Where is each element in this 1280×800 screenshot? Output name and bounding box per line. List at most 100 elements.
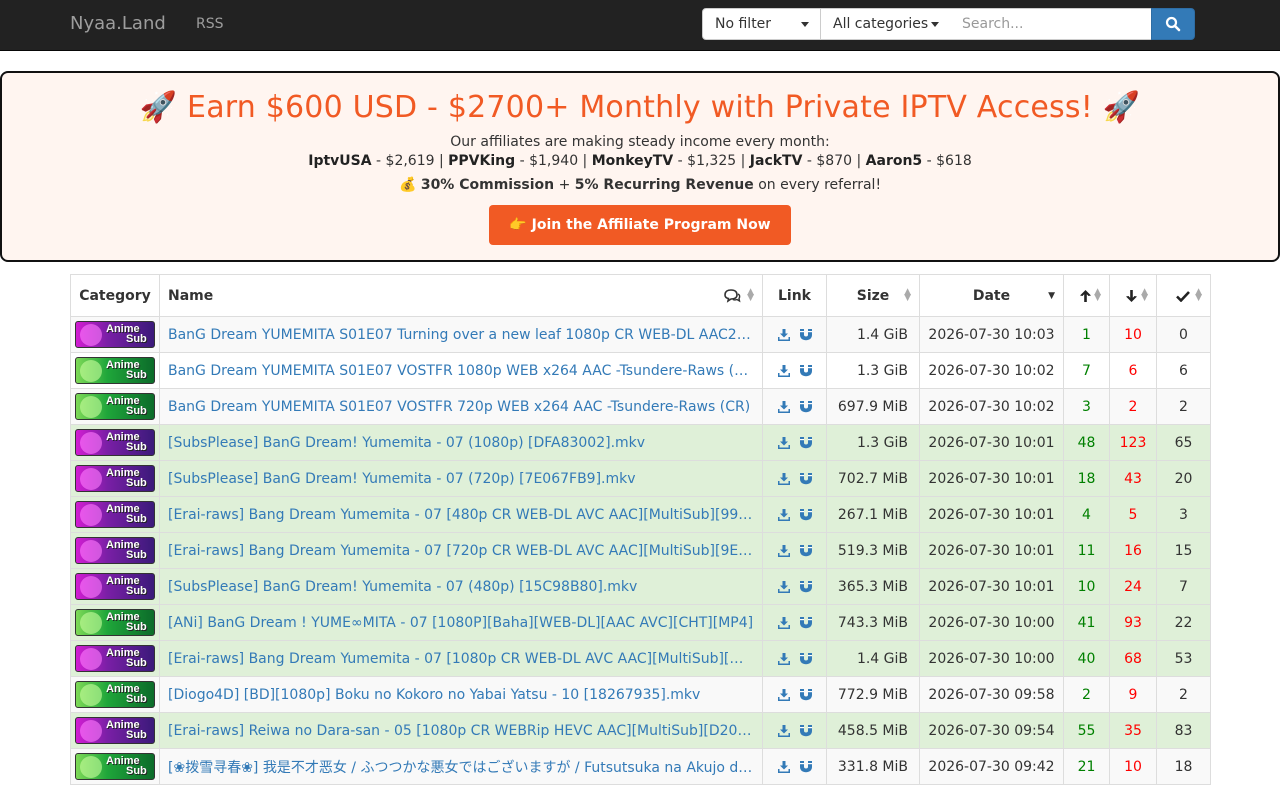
size-cell: 1.4 GiB — [826, 640, 920, 677]
badge-text: Sub — [126, 513, 147, 525]
sort-icon[interactable]: ▲ ▼ — [1094, 288, 1101, 303]
magnet-icon[interactable] — [799, 616, 813, 630]
search-input[interactable] — [950, 8, 1152, 40]
magnet-icon[interactable] — [799, 724, 813, 738]
seeders-cell: 40 — [1063, 640, 1110, 677]
magnet-icon[interactable] — [799, 760, 813, 774]
category-select[interactable]: All categories — [820, 8, 951, 40]
download-icon[interactable] — [777, 688, 791, 702]
badge-text: Sub — [126, 369, 147, 381]
column-header-date[interactable]: Date ▼ — [919, 274, 1064, 317]
magnet-icon[interactable] — [799, 544, 813, 558]
magnet-icon[interactable] — [799, 436, 813, 450]
download-icon[interactable] — [777, 436, 791, 450]
mascot-icon — [80, 612, 102, 634]
category-badge[interactable]: Anime Sub — [75, 501, 155, 528]
table-row: Anime Sub [❀拨雪寻春❀] 我是不才恶女 / ふつつかな悪女ではございます… — [70, 748, 1211, 785]
sort-icon[interactable]: ▲ ▼ — [747, 288, 754, 303]
torrent-name-link[interactable]: [Erai-raws] Bang Dream Yumemita - 07 [72… — [159, 532, 763, 569]
comments-icon[interactable] — [724, 289, 741, 303]
brand-link[interactable]: Nyaa.Land — [70, 13, 166, 34]
torrent-name-link[interactable]: BanG Dream YUMEMITA S01E07 VOSTFR 720p W… — [159, 388, 763, 425]
column-header-leechers[interactable]: ▲ ▼ — [1109, 274, 1157, 317]
torrent-name-link[interactable]: [SubsPlease] BanG Dream! Yumemita - 07 (… — [159, 424, 763, 461]
column-header-date-label: Date — [972, 287, 1011, 304]
sort-desc-icon[interactable]: ▼ — [1048, 292, 1055, 301]
filter-select[interactable]: No filter — [702, 8, 821, 40]
sort-icon[interactable]: ▲ ▼ — [1195, 288, 1202, 303]
download-icon[interactable] — [777, 724, 791, 738]
affiliate-name: JackTV — [749, 153, 803, 169]
category-badge[interactable]: Anime Sub — [75, 573, 155, 600]
mascot-icon — [80, 540, 102, 562]
completed-cell: 22 — [1156, 604, 1211, 641]
table-row: Anime Sub BanG Dream YUMEMITA S01E07 VOSTF… — [70, 388, 1211, 425]
category-badge[interactable]: Anime Sub — [75, 645, 155, 672]
column-header-name-label: Name — [168, 287, 214, 304]
torrent-name-link[interactable]: [❀拨雪寻春❀] 我是不才恶女 / ふつつかな悪女ではございますが / Futs… — [159, 748, 763, 785]
affiliate-name: PPVKing — [448, 153, 516, 169]
download-icon[interactable] — [777, 580, 791, 594]
download-icon[interactable] — [777, 616, 791, 630]
magnet-icon[interactable] — [799, 688, 813, 702]
leechers-cell: 2 — [1109, 388, 1157, 425]
completed-cell: 0 — [1156, 316, 1211, 353]
size-cell: 267.1 MiB — [826, 496, 920, 533]
torrent-name-link[interactable]: [Diogo4D] [BD][1080p] Boku no Kokoro no … — [159, 676, 763, 713]
chevron-down-icon — [801, 22, 809, 27]
search-button[interactable] — [1151, 8, 1195, 40]
magnet-icon[interactable] — [799, 652, 813, 666]
link-cell — [762, 460, 827, 497]
commission-rate: 30% Commission — [420, 177, 555, 193]
torrent-name-link[interactable]: [Erai-raws] Reiwa no Dara-san - 05 [1080… — [159, 712, 763, 749]
leechers-cell: 6 — [1109, 352, 1157, 389]
leechers-cell: 10 — [1109, 748, 1157, 785]
column-header-size[interactable]: Size ▲ ▼ — [826, 274, 920, 317]
download-icon[interactable] — [777, 760, 791, 774]
category-badge[interactable]: Anime Sub — [75, 393, 155, 420]
column-header-seeders[interactable]: ▲ ▼ — [1063, 274, 1110, 317]
category-badge[interactable]: Anime Sub — [75, 357, 155, 384]
download-icon[interactable] — [777, 652, 791, 666]
category-badge[interactable]: Anime Sub — [75, 429, 155, 456]
category-badge[interactable]: Anime Sub — [75, 717, 155, 744]
column-header-completed[interactable]: ▲ ▼ — [1156, 274, 1211, 317]
join-affiliate-button[interactable]: 👉 Join the Affiliate Program Now — [489, 205, 791, 245]
magnet-icon[interactable] — [799, 400, 813, 414]
magnet-icon[interactable] — [799, 508, 813, 522]
sort-icon[interactable]: ▲ ▼ — [1141, 288, 1148, 303]
magnet-icon[interactable] — [799, 472, 813, 486]
category-badge[interactable]: Anime Sub — [75, 681, 155, 708]
category-badge[interactable]: Anime Sub — [75, 321, 155, 348]
torrent-name-link[interactable]: BanG Dream YUMEMITA S01E07 Turning over … — [159, 316, 763, 353]
category-badge[interactable]: Anime Sub — [75, 465, 155, 492]
leechers-cell: 10 — [1109, 316, 1157, 353]
torrent-name-link[interactable]: [ANi] BanG Dream ! YUME∞MITA - 07 [1080P… — [159, 604, 763, 641]
download-icon[interactable] — [777, 400, 791, 414]
commission-suffix: on every referral! — [758, 177, 882, 193]
magnet-icon[interactable] — [799, 580, 813, 594]
mascot-icon — [80, 720, 102, 742]
torrent-name-link[interactable]: [SubsPlease] BanG Dream! Yumemita - 07 (… — [159, 460, 763, 497]
category-badge[interactable]: Anime Sub — [75, 609, 155, 636]
badge-text: Sub — [126, 693, 147, 705]
download-icon[interactable] — [777, 508, 791, 522]
download-icon[interactable] — [777, 472, 791, 486]
category-badge[interactable]: Anime Sub — [75, 753, 155, 780]
torrent-name-link[interactable]: [Erai-raws] Bang Dream Yumemita - 07 [48… — [159, 496, 763, 533]
torrent-name-link[interactable]: [SubsPlease] BanG Dream! Yumemita - 07 (… — [159, 568, 763, 605]
magnet-icon[interactable] — [799, 364, 813, 378]
column-header-category[interactable]: Category — [70, 274, 160, 317]
torrent-name-link[interactable]: BanG Dream YUMEMITA S01E07 VOSTFR 1080p … — [159, 352, 763, 389]
download-icon[interactable] — [777, 364, 791, 378]
download-icon[interactable] — [777, 544, 791, 558]
download-icon[interactable] — [777, 328, 791, 342]
category-badge[interactable]: Anime Sub — [75, 537, 155, 564]
category-cell: Anime Sub — [70, 532, 160, 569]
column-header-name[interactable]: Name ▲ ▼ — [159, 274, 763, 317]
sort-icon[interactable]: ▲ ▼ — [904, 288, 911, 303]
torrent-name-link[interactable]: [Erai-raws] Bang Dream Yumemita - 07 [10… — [159, 640, 763, 677]
magnet-icon[interactable] — [799, 328, 813, 342]
rss-link[interactable]: RSS — [196, 16, 224, 32]
completed-cell: 83 — [1156, 712, 1211, 749]
